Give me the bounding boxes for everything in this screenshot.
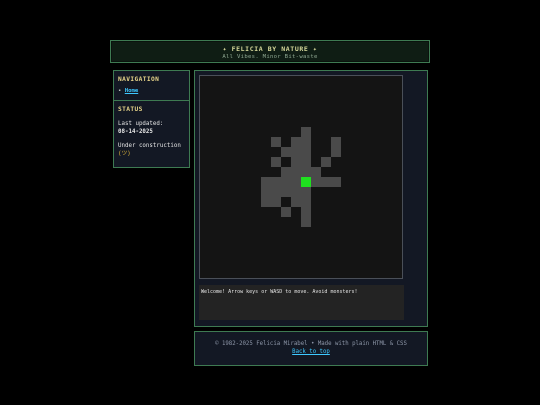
construction-text: Under construction xyxy=(118,143,181,149)
construction-status: Under construction (ツ) xyxy=(118,142,181,158)
player-sprite xyxy=(301,177,311,187)
last-updated-label: Last updated: xyxy=(118,121,164,127)
floor-tile xyxy=(301,187,311,197)
floor-tile xyxy=(311,177,321,187)
site-subtitle: All Vibes. Minor Bit-waste xyxy=(222,54,318,60)
floor-tile xyxy=(301,157,311,167)
floor-tile xyxy=(261,197,271,207)
site-title: ✦ FELICIA BY NATURE ✦ xyxy=(222,45,318,53)
floor-tile xyxy=(331,177,341,187)
floor-tile xyxy=(291,147,301,157)
status-panel: STATUS Last updated: 08-14-2025 Under co… xyxy=(113,100,190,168)
floor-tile xyxy=(291,157,301,167)
copyright-text: © 1982-2025 Felicia Mirabel • Made with … xyxy=(215,341,407,347)
floor-tile xyxy=(311,167,321,177)
home-link[interactable]: Home xyxy=(125,88,138,94)
floor-tile xyxy=(301,167,311,177)
floor-tile xyxy=(271,137,281,147)
navigation-panel: NAVIGATION • Home xyxy=(113,70,190,101)
message-log: Welcome! Arrow keys or WASD to move. Avo… xyxy=(199,285,404,320)
floor-tile xyxy=(301,147,311,157)
floor-tile xyxy=(291,137,301,147)
nav-item-home: • Home xyxy=(118,88,138,94)
game-panel: Welcome! Arrow keys or WASD to move. Avo… xyxy=(194,70,428,327)
floor-tile xyxy=(271,157,281,167)
site-header: ✦ FELICIA BY NATURE ✦ All Vibes. Minor B… xyxy=(110,40,430,63)
floor-tile xyxy=(281,167,291,177)
floor-tile xyxy=(291,167,301,177)
floor-tile xyxy=(281,177,291,187)
game-message: Welcome! Arrow keys or WASD to move. Avo… xyxy=(201,289,358,295)
floor-tile xyxy=(301,137,311,147)
last-updated-date: 08-14-2025 xyxy=(118,129,153,135)
floor-tile xyxy=(281,207,291,217)
status-heading: STATUS xyxy=(118,106,143,113)
bullet: • xyxy=(118,88,122,94)
floor-tile xyxy=(321,157,331,167)
floor-tile xyxy=(301,127,311,137)
floor-tile xyxy=(291,197,301,207)
floor-tile xyxy=(271,197,281,207)
floor-tile xyxy=(271,177,281,187)
floor-tile xyxy=(331,137,341,147)
game-canvas[interactable] xyxy=(199,75,403,279)
floor-tile xyxy=(301,217,311,227)
floor-tile xyxy=(321,177,331,187)
back-to-top-link[interactable]: Back to top xyxy=(195,349,427,355)
construction-badge: (ツ) xyxy=(118,151,131,157)
floor-tile xyxy=(281,187,291,197)
last-updated: Last updated: 08-14-2025 xyxy=(118,120,163,136)
floor-tile xyxy=(291,177,301,187)
floor-tile xyxy=(301,197,311,207)
dungeon-map xyxy=(261,127,341,227)
site-footer: © 1982-2025 Felicia Mirabel • Made with … xyxy=(194,331,428,366)
floor-tile xyxy=(261,187,271,197)
floor-tile xyxy=(331,147,341,157)
floor-tile xyxy=(291,187,301,197)
floor-tile xyxy=(301,207,311,217)
floor-tile xyxy=(271,187,281,197)
floor-tile xyxy=(261,177,271,187)
page: ✦ FELICIA BY NATURE ✦ All Vibes. Minor B… xyxy=(0,0,540,405)
floor-tile xyxy=(281,147,291,157)
navigation-heading: NAVIGATION xyxy=(118,76,160,83)
